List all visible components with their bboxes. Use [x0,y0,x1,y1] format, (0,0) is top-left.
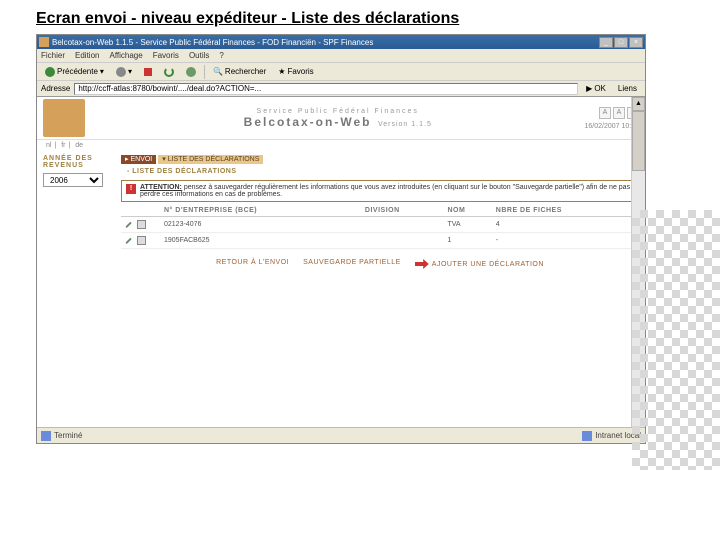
col-fiches: NBRE DE FICHES [493,205,639,217]
scroll-thumb[interactable] [632,111,645,171]
browser-window: Belcotax-on-Web 1.1.5 - Service Public F… [36,34,646,444]
warning-text: pensez à sauvegarder régulièrement les i… [140,184,630,198]
panel-title: - LISTE DES DÉCLARATIONS [121,166,639,177]
lang-fr[interactable]: fr [61,142,65,149]
nav-favorites-button[interactable]: ★ Favoris [274,66,317,77]
zone-icon [582,431,592,441]
nav-back-label: Précédente [57,67,98,76]
page-header: Service Public Fédéral Finances Belcotax… [37,97,645,140]
ministry-label: Service Public Fédéral Finances [91,108,585,115]
nav-home-button[interactable] [182,66,200,78]
cell-nom: TVA [444,217,492,233]
menu-favorites[interactable]: Favoris [153,51,179,60]
warning-icon: ! [126,184,136,194]
page-body: ▲ ▼ Service Public Fédéral Finances Belc… [37,97,645,442]
action-row: RETOUR À L'ENVOI SAUVEGARDE PARTIELLE AJ… [121,259,639,269]
delete-icon[interactable] [137,220,146,229]
cell-num[interactable]: 02123-4076 [161,217,362,233]
back-icon [45,67,55,77]
sidebar: ANNÉE DES REVENUS 2006 [43,155,115,269]
scroll-up-button[interactable]: ▲ [632,97,645,111]
app-name: Belcotax-on-Web [244,115,372,129]
nav-back-button[interactable]: Précédente ▾ [41,66,108,78]
edit-icon[interactable] [124,236,133,245]
stop-icon [144,68,152,76]
menu-edit[interactable]: Edition [75,51,99,60]
breadcrumb: ▸ ENVOI ▾ LISTE DES DÉCLARATIONS [121,155,639,163]
slide-title: Ecran envoi - niveau expéditeur - Liste … [0,0,720,34]
window-controls: _ □ × [599,37,643,48]
links-button[interactable]: Liens [614,83,641,94]
address-bar: Adresse ▶ OK Liens [37,81,645,97]
menu-bar: Fichier Edition Affichage Favoris Outils… [37,49,645,63]
app-icon [39,37,49,47]
edit-icon[interactable] [124,220,133,229]
transparency-checker [632,210,720,470]
minimize-button[interactable]: _ [599,37,613,48]
cell-fiches: 4 [493,217,639,233]
cell-nom: 1 [444,233,492,249]
lang-de[interactable]: de [75,142,83,149]
nav-forward-button[interactable]: ▾ [112,66,136,78]
nav-refresh-button[interactable] [160,66,178,78]
delete-icon[interactable] [137,236,146,245]
sidebar-title: ANNÉE DES REVENUS [43,155,115,169]
nav-separator [204,65,205,79]
col-num: N° D'ENTREPRISE (BCE) [161,205,362,217]
table-row: 02123-4076 TVA 4 [121,217,639,233]
declarations-table: N° D'ENTREPRISE (BCE) DIVISION NOM NBRE … [121,205,639,249]
breadcrumb-current[interactable]: ▾ LISTE DES DÉCLARATIONS [158,155,263,164]
nav-search-button[interactable]: 🔍 Rechercher [209,66,270,77]
add-declaration-link[interactable]: AJOUTER UNE DÉCLARATION [415,259,544,269]
warning-box: ! ATTENTION: pensez à sauvegarder réguli… [121,180,639,202]
breadcrumb-home[interactable]: ▸ ENVOI [121,155,156,164]
warning-label: ATTENTION: [140,184,182,191]
arrow-right-icon [415,259,429,269]
table-row: 1905FACB625 1 - [121,233,639,249]
status-done: Terminé [54,431,82,440]
title-bar: Belcotax-on-Web 1.1.5 - Service Public F… [37,35,645,49]
year-select[interactable]: 2006 [43,173,103,187]
save-partial-link[interactable]: SAUVEGARDE PARTIELLE [303,259,401,269]
menu-view[interactable]: Affichage [109,51,142,60]
back-to-envoi-link[interactable]: RETOUR À L'ENVOI [216,259,289,269]
go-button[interactable]: ▶ OK [582,83,610,94]
cell-div [362,217,445,233]
menu-tools[interactable]: Outils [189,51,209,60]
menu-file[interactable]: Fichier [41,51,65,60]
status-bar: Terminé Intranet local [37,427,645,443]
window-title: Belcotax-on-Web 1.1.5 - Service Public F… [52,38,599,47]
forward-icon [116,67,126,77]
cell-div [362,233,445,249]
cell-fiches: - [493,233,639,249]
status-done-icon [41,431,51,441]
col-div: DIVISION [362,205,445,217]
home-icon [186,67,196,77]
menu-help[interactable]: ? [219,51,223,60]
nav-toolbar: Précédente ▾ ▾ 🔍 Rechercher ★ Favoris [37,63,645,81]
app-version: Version 1.1.5 [378,121,432,128]
add-declaration-label: AJOUTER UNE DÉCLARATION [432,261,544,268]
nav-fav-label: Favoris [287,67,313,76]
lang-nl[interactable]: nl [46,142,51,149]
nav-search-label: Rechercher [225,67,266,76]
content-area: ANNÉE DES REVENUS 2006 ▸ ENVOI ▾ LISTE D… [37,151,645,273]
close-button[interactable]: × [629,37,643,48]
cell-num[interactable]: 1905FACB625 [161,233,362,249]
address-input[interactable] [74,83,578,95]
col-nom: NOM [444,205,492,217]
refresh-icon [164,67,174,77]
maximize-button[interactable]: □ [614,37,628,48]
address-label: Adresse [41,84,70,93]
font-med-button[interactable]: A [613,107,625,119]
main-column: ▸ ENVOI ▾ LISTE DES DÉCLARATIONS - LISTE… [121,155,639,269]
nav-stop-button[interactable] [140,67,156,77]
language-row: nl| fr| de [37,140,645,151]
logo-icon [43,99,85,137]
font-small-button[interactable]: A [599,107,611,119]
